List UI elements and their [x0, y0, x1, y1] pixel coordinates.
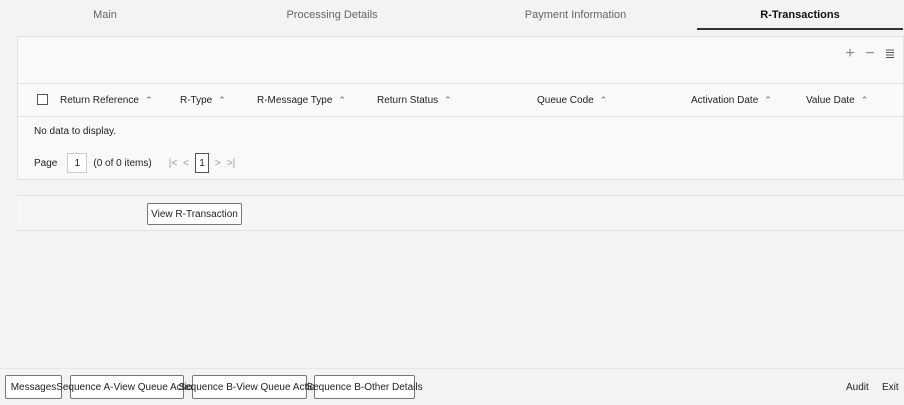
sort-icon: ⌃	[444, 94, 452, 105]
sequence-b-other-details-button[interactable]: Sequence B-Other Details	[306, 375, 423, 399]
column-label: R-Message Type	[257, 94, 333, 106]
first-page-icon[interactable]: |<	[169, 158, 177, 169]
grid-header: Return Reference ⌃ R-Type ⌃ R-Message Type…	[18, 83, 903, 117]
tab-main[interactable]: Main	[0, 0, 210, 30]
tab-payment-information[interactable]: Payment Information	[454, 0, 697, 30]
tab-r-transactions-label: R-Transactions	[760, 9, 840, 21]
column-r-type[interactable]: R-Type ⌃	[180, 84, 226, 116]
footer-bar: Messages Sequence A-View Queue Action Se…	[0, 368, 904, 405]
column-r-message-type[interactable]: R-Message Type ⌃	[257, 84, 346, 116]
tab-payment-information-label: Payment Information	[524, 9, 627, 21]
remove-row-icon[interactable]: −	[863, 45, 877, 62]
column-label: Activation Date	[691, 94, 759, 106]
exit-button[interactable]: Exit	[882, 375, 899, 399]
columns-icon[interactable]: ≣	[883, 46, 897, 61]
column-value-date[interactable]: Value Date ⌃	[806, 84, 868, 116]
column-label: R-Type	[180, 94, 213, 106]
column-label: Value Date	[806, 94, 855, 106]
column-label: Return Status	[377, 94, 439, 106]
sort-icon: ⌃	[599, 94, 608, 105]
view-r-transaction-button[interactable]: View R-Transaction	[147, 203, 242, 225]
grid-toolbar: + − ≣	[843, 45, 897, 62]
column-label: Queue Code	[537, 94, 594, 106]
page-label: Page	[34, 157, 58, 169]
sequence-a-view-queue-action-button[interactable]: Sequence A-View Queue Action	[56, 375, 198, 399]
column-return-reference[interactable]: Return Reference ⌃	[60, 84, 152, 116]
active-tab-indicator	[697, 28, 903, 30]
page-number-input[interactable]: 1	[67, 153, 88, 173]
sort-icon: ⌃	[860, 94, 869, 105]
messages-button[interactable]: Messages	[5, 375, 62, 399]
tab-processing-details[interactable]: Processing Details	[210, 0, 454, 30]
column-queue-code[interactable]: Queue Code ⌃	[537, 84, 607, 116]
column-activation-date[interactable]: Activation Date ⌃	[691, 84, 772, 116]
tab-main-label: Main	[93, 9, 117, 21]
column-return-status[interactable]: Return Status ⌃	[377, 84, 452, 116]
sort-icon: ⌃	[764, 94, 772, 105]
current-page-button[interactable]: 1	[195, 153, 209, 173]
tab-processing-details-label: Processing Details	[286, 9, 378, 21]
select-all-checkbox[interactable]	[37, 94, 48, 105]
pagination: Page 1 (0 of 0 items) |< < 1 > >|	[34, 152, 238, 174]
sort-icon: ⌃	[338, 94, 346, 105]
add-row-icon[interactable]: +	[843, 45, 857, 62]
items-count: (0 of 0 items)	[93, 157, 152, 169]
sort-icon: ⌃	[218, 94, 226, 105]
tab-bar: Main Processing Details Payment Informat…	[0, 0, 904, 30]
action-strip: View R-Transaction	[17, 195, 904, 231]
sort-icon: ⌃	[144, 94, 153, 105]
last-page-icon[interactable]: >|	[227, 158, 235, 169]
tab-r-transactions[interactable]: R-Transactions	[697, 0, 903, 30]
empty-message: No data to display.	[34, 126, 117, 137]
audit-button[interactable]: Audit	[846, 375, 869, 399]
sequence-b-view-queue-action-button[interactable]: Sequence B-View Queue Action	[178, 375, 321, 399]
next-page-icon[interactable]: >	[215, 158, 221, 169]
r-transactions-grid-panel: + − ≣ Return Reference ⌃ R-Type ⌃ R-Messag…	[17, 36, 904, 180]
prev-page-icon[interactable]: <	[183, 158, 189, 169]
column-label: Return Reference	[60, 94, 139, 106]
